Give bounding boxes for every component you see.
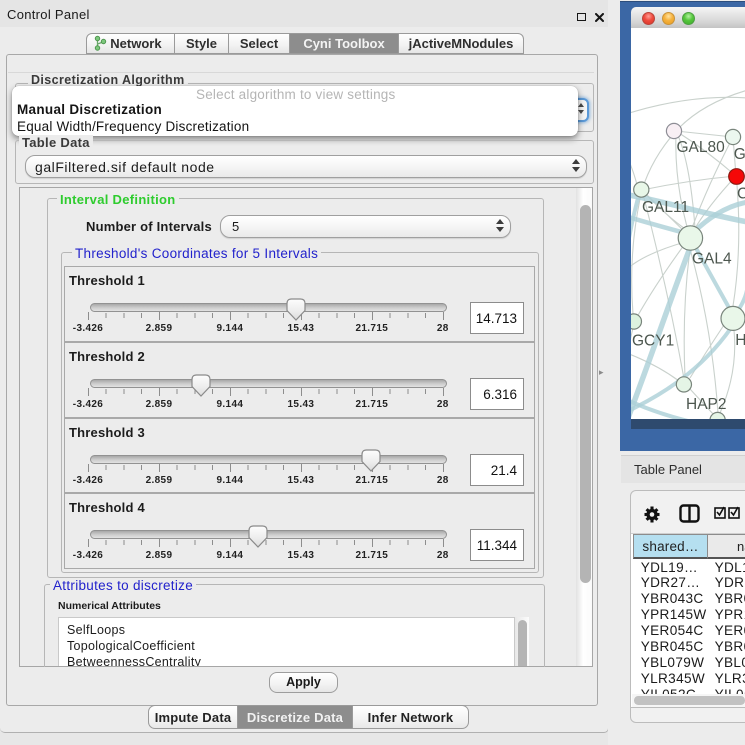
svg-text:GAL80: GAL80 xyxy=(677,139,726,156)
svg-text:CDC1: CDC1 xyxy=(737,186,745,203)
svg-text:GAL2: GAL2 xyxy=(734,146,745,163)
svg-text:HXK: HXK xyxy=(735,332,745,349)
svg-text:GAL11: GAL11 xyxy=(642,199,689,216)
svg-text:HAP2: HAP2 xyxy=(686,396,727,413)
svg-text:GAL4: GAL4 xyxy=(692,251,732,268)
svg-text:GCY1: GCY1 xyxy=(632,333,674,350)
